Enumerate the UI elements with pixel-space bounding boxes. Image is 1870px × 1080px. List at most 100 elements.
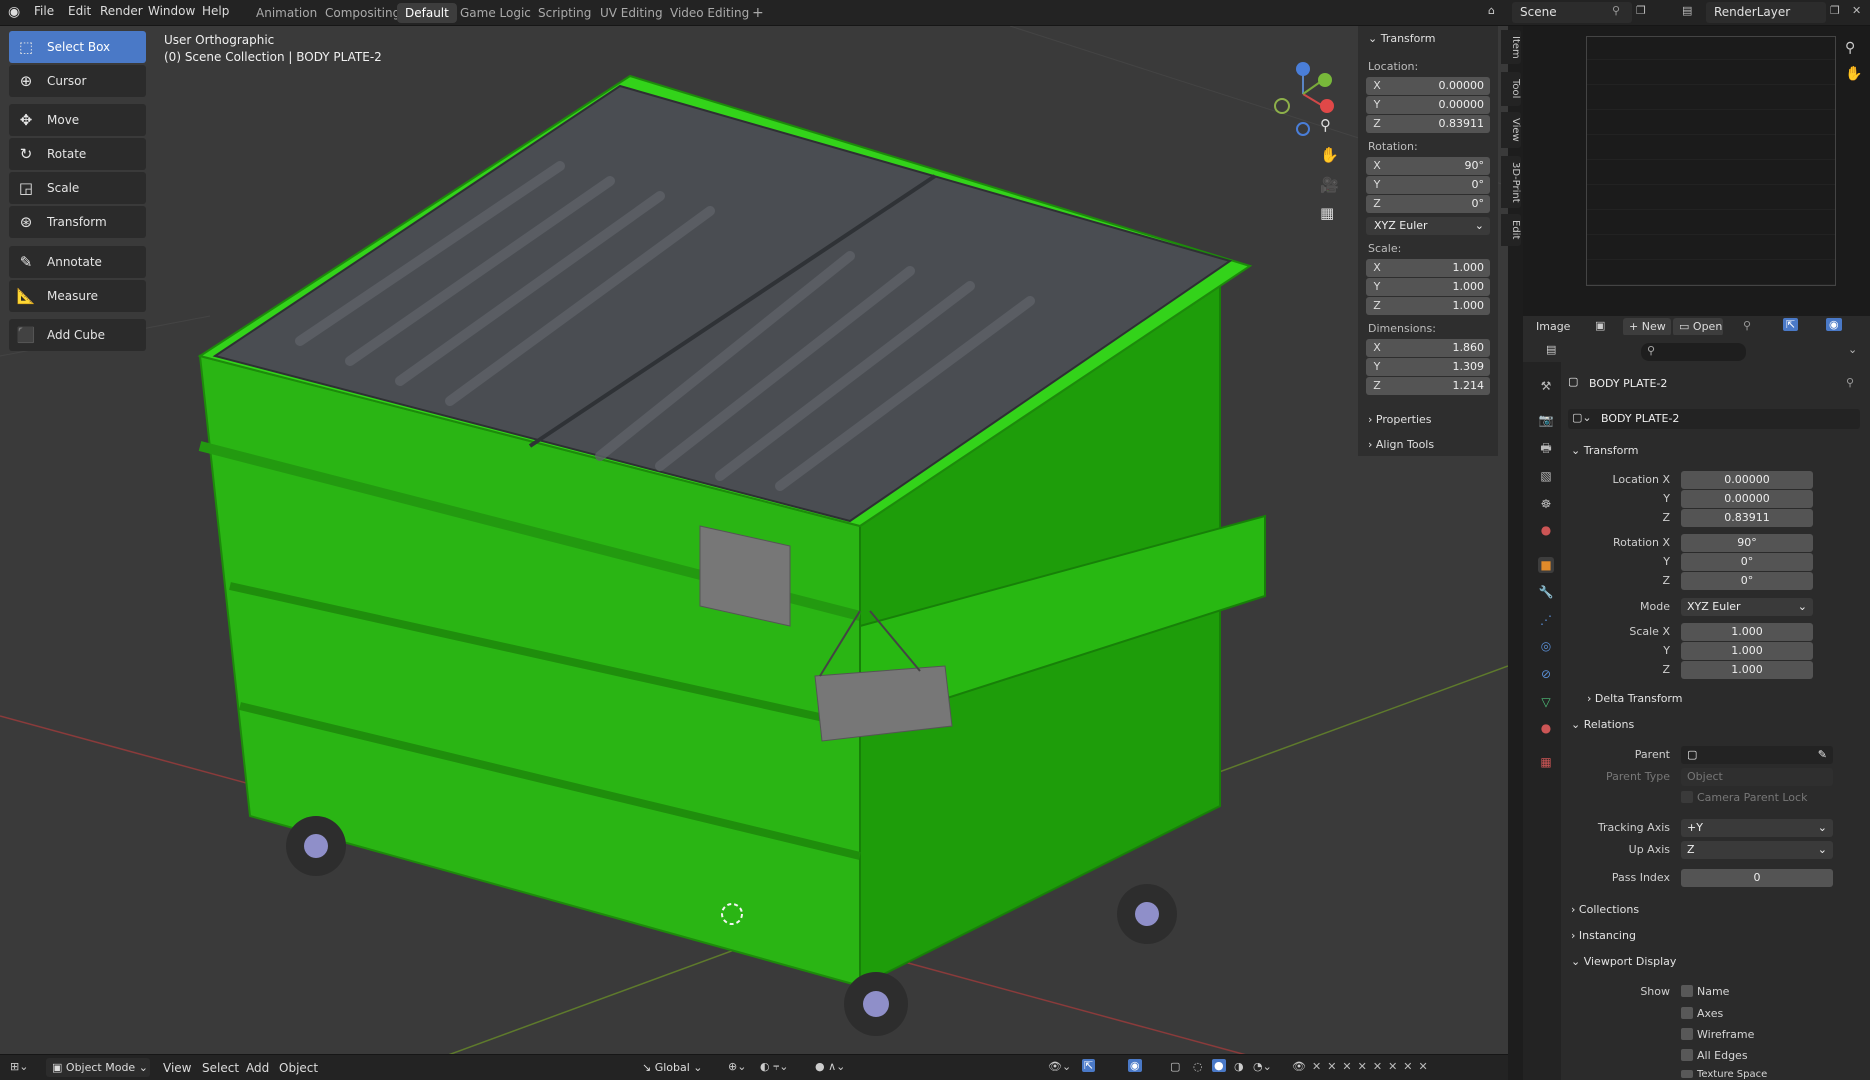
menu-edit[interactable]: Edit [68,4,91,18]
sidebar-tab-tool[interactable]: Tool [1501,72,1521,106]
3d-viewport[interactable]: User Orthographic (0) Scene Collection |… [0,26,1508,1080]
solid-shading-icon[interactable]: ● [1212,1059,1226,1072]
menu-render[interactable]: Render [100,4,143,18]
proportional-edit-icon[interactable]: ● ∧⌄ [815,1060,845,1073]
tab-game-logic[interactable]: Game Logic [452,3,539,23]
new-layer-icon[interactable]: ❐ [1830,4,1840,17]
overlay-icon[interactable]: ◉ [1826,318,1842,331]
snap-icon[interactable]: ◐ ⫧⌄ [760,1060,789,1074]
editor-type-icon[interactable]: ⊞⌄ [10,1060,28,1073]
pin-icon[interactable]: ⚲ [1743,319,1751,332]
particles-icon[interactable]: ⋰ [1538,612,1554,628]
pin-scene-icon[interactable]: ⚲ [1612,4,1620,17]
camera-parent-lock-checkbox[interactable] [1681,791,1693,803]
grid-view-icon[interactable]: ▦ [1320,204,1334,222]
tab-video-editing[interactable]: Video Editing [662,3,757,23]
new-scene-icon[interactable]: ❐ [1636,4,1646,17]
uv-sync-icon[interactable]: ⇱ [1783,318,1799,331]
instancing-section-header[interactable]: › Instancing [1571,929,1636,942]
pivot-icon[interactable]: ⊕⌄ [728,1060,746,1073]
viewport-display-section-header[interactable]: ⌄ Viewport Display [1571,955,1676,968]
eye-icon[interactable]: 👁 [1292,1060,1306,1073]
tab-default[interactable]: Default [397,3,457,23]
rotation-x-field[interactable]: X 90° [1366,157,1490,175]
transform-section-header[interactable]: ⌄ Transform [1571,444,1638,457]
sidebar-tab-view[interactable]: View [1501,112,1521,148]
scale-y-field[interactable]: Y 1.000 [1366,278,1490,296]
up-axis-dropdown[interactable]: Z ⌄ [1681,841,1833,859]
location-z-field[interactable]: 0.83911 [1681,509,1813,527]
xray-icon[interactable]: ▢ [1170,1060,1180,1073]
visibility-icon[interactable]: 👁⌄ [1048,1060,1071,1073]
pan-hand-icon[interactable]: ✋ [1845,66,1862,82]
editor-type-icon[interactable]: ▤ [1546,343,1556,356]
image-canvas[interactable] [1586,36,1836,286]
pan-hand-icon[interactable]: ✋ [1320,146,1339,164]
rotation-y-field[interactable]: 0° [1681,553,1813,571]
properties-panel-header[interactable]: › Properties [1368,413,1432,426]
location-x-field[interactable]: 0.00000 [1681,471,1813,489]
remove-layer-icon[interactable]: ✕ [1852,4,1861,17]
show-wireframe-checkbox[interactable] [1681,1028,1693,1040]
render-layer-icon[interactable]: ▤ [1682,4,1692,17]
texture-icon[interactable]: ▦ [1538,754,1554,770]
material-shading-icon[interactable]: ◑ [1234,1060,1244,1073]
location-z-field[interactable]: Z 0.83911 [1366,115,1490,133]
show-texture-space-checkbox[interactable] [1681,1070,1693,1078]
pin-icon[interactable]: ⚲ [1846,376,1854,389]
physics-icon[interactable]: ◎ [1538,638,1554,654]
tool-move[interactable]: ✥ Move [9,104,146,136]
scale-x-field[interactable]: 1.000 [1681,623,1813,641]
options-chevron-icon[interactable]: ⌄ [1848,343,1857,356]
rotation-mode-dropdown[interactable]: XYZ Euler ⌄ [1366,217,1490,235]
material-icon[interactable]: ● [1538,720,1554,736]
menu-help[interactable]: Help [202,4,229,18]
rotation-y-field[interactable]: Y 0° [1366,176,1490,194]
parent-field[interactable]: ▢ ✎ [1681,746,1833,764]
menu-window[interactable]: Window [148,4,195,18]
tool-scale[interactable]: ◲ Scale [9,172,146,204]
open-image-button[interactable]: ▭ Open [1673,318,1723,336]
viewport-scene[interactable] [0,26,1508,1080]
zoom-icon[interactable]: ⚲ [1845,40,1855,56]
tool-settings-icon[interactable]: ⚒ [1538,378,1554,394]
output-icon[interactable]: 🖶 [1538,440,1554,456]
new-image-button[interactable]: + New [1623,318,1671,336]
transform-orientation-dropdown[interactable]: ↘ Global ⌄ [642,1058,718,1077]
tab-scripting[interactable]: Scripting [530,3,599,23]
scene-icon[interactable]: ⌂ [1488,4,1495,17]
tab-compositing[interactable]: Compositing [317,3,408,23]
rotation-z-field[interactable]: 0° [1681,572,1813,590]
menu-select[interactable]: Select [202,1061,239,1075]
dimensions-y-field[interactable]: Y 1.309 [1366,358,1490,376]
scale-z-field[interactable]: 1.000 [1681,661,1813,679]
scene-icon[interactable]: ☸ [1538,496,1554,512]
rendered-shading-icon[interactable]: ◔⌄ [1253,1060,1272,1073]
delta-transform-header[interactable]: › Delta Transform [1587,692,1682,705]
constraints-icon[interactable]: ⊘ [1538,666,1554,682]
rotation-mode-dropdown[interactable]: XYZ Euler ⌄ [1681,598,1813,616]
pass-index-field[interactable]: 0 [1681,869,1833,887]
object-name-field[interactable]: ▢⌄ BODY PLATE-2 [1568,409,1860,429]
dimensions-z-field[interactable]: Z 1.214 [1366,377,1490,395]
zoom-icon[interactable]: ⚲ [1320,116,1331,134]
tool-cursor[interactable]: ⊕ Cursor [9,65,146,97]
menu-object[interactable]: Object [279,1061,318,1075]
tool-annotate[interactable]: ✎ Annotate [9,246,146,278]
properties-search-input[interactable]: ⚲ [1641,343,1746,361]
sidebar-tab-edit[interactable]: Edit [1501,214,1521,246]
dimensions-x-field[interactable]: X 1.860 [1366,339,1490,357]
tool-transform[interactable]: ⊛ Transform [9,206,146,238]
blender-logo-icon[interactable]: ◉ [8,4,20,20]
show-axes-checkbox[interactable] [1681,1007,1693,1019]
tracking-axis-dropdown[interactable]: +Y ⌄ [1681,819,1833,837]
scale-x-field[interactable]: X 1.000 [1366,259,1490,277]
parent-type-dropdown[interactable]: Object [1681,768,1833,786]
location-y-field[interactable]: Y 0.00000 [1366,96,1490,114]
object-properties-icon[interactable]: ■ [1538,557,1554,573]
menu-add[interactable]: Add [246,1061,269,1075]
sidebar-tab-item[interactable]: Item [1501,30,1521,64]
render-layer-selector[interactable]: RenderLayer [1706,2,1826,23]
scale-z-field[interactable]: Z 1.000 [1366,297,1490,315]
tab-uv-editing[interactable]: UV Editing [592,3,671,23]
